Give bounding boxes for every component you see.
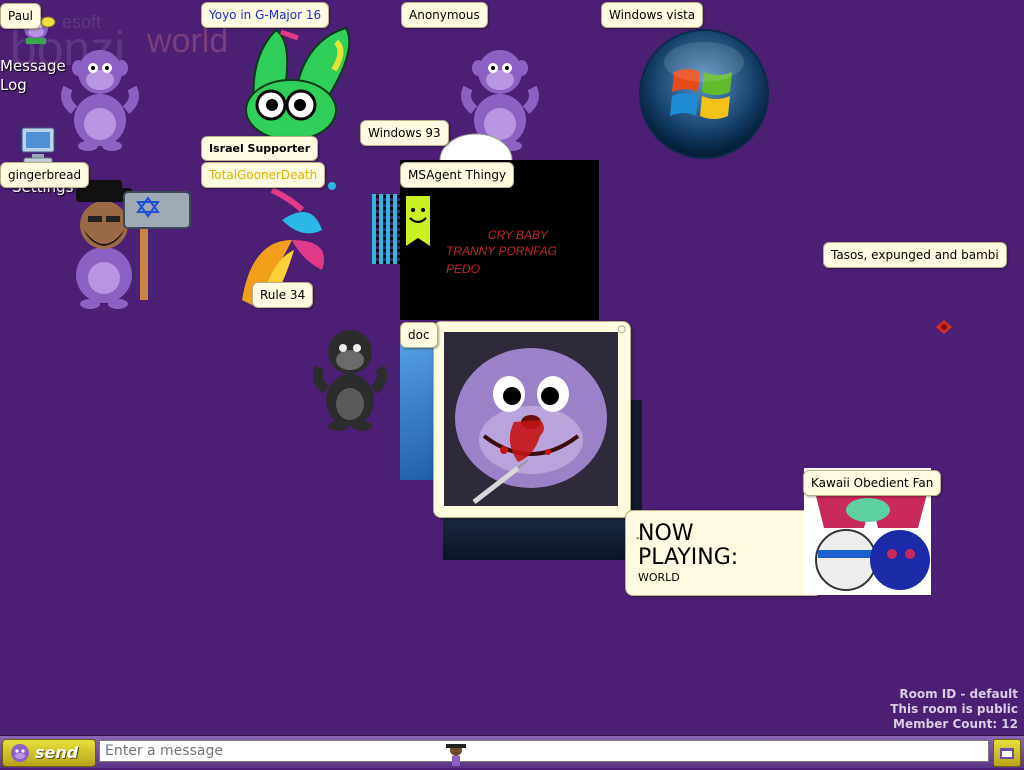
nametag-rule-34[interactable]: Rule 34 (252, 282, 314, 308)
bloody-bonzi-card[interactable]: ○ (433, 321, 631, 518)
send-label: send (35, 743, 79, 762)
close-icon[interactable]: ○ (617, 324, 626, 335)
nametag-israel-supporter[interactable]: Israel Supporter (201, 136, 319, 161)
now-playing-box: - NOW PLAYING: WORLD (625, 510, 823, 596)
nametag-windows-93[interactable]: Windows 93 (360, 120, 449, 146)
now-playing-song: WORLD (638, 571, 680, 584)
nametag-kawaii[interactable]: Kawaii Obedient Fan (803, 470, 942, 496)
overlay-text-line3: PEDO (446, 262, 481, 276)
nametag-paul[interactable]: Paul (0, 3, 41, 29)
room-id: Room ID - default (899, 687, 1018, 701)
green-rabbit-character[interactable] (236, 20, 366, 150)
now-playing-title: NOW PLAYING: (638, 521, 739, 570)
bonzi-avatar-dark[interactable] (312, 320, 388, 432)
bonzi-avatar-paul[interactable] (58, 40, 142, 152)
windows-vista-orb-icon (638, 28, 770, 160)
nametag-gingerbread[interactable]: gingerbread (0, 162, 90, 188)
dark-video-strip (443, 512, 628, 560)
bonzi-send-icon (9, 742, 31, 764)
red-sprite-icon[interactable] (934, 318, 954, 336)
folder-icon (999, 745, 1015, 761)
message-input[interactable] (99, 740, 989, 762)
bloody-bonzi-image (444, 332, 618, 506)
room-public-status: This room is public (890, 702, 1018, 716)
send-button[interactable]: send (2, 739, 96, 767)
smiley-flag-icon (404, 194, 432, 250)
room-member-count: Member Count: 12 (893, 717, 1018, 731)
nametag-yoyo[interactable]: Yoyo in G-Major 16 (201, 2, 330, 28)
emoji-button[interactable] (993, 739, 1021, 767)
nametag-msagent-thingy[interactable]: MSAgent Thingy (400, 162, 515, 188)
nametag-windows-vista[interactable]: Windows vista (601, 2, 704, 28)
nametag-totalgoonerdeath[interactable]: TotalGoonerDeath (201, 162, 326, 188)
nametag-tasos[interactable]: Tasos, expunged and bambi (823, 242, 1007, 268)
logo-brand: esoft (62, 12, 102, 32)
overlay-text-line2: TRANNY PORNFAG (446, 244, 557, 258)
overlay-text-line1: CRY BABY (488, 228, 549, 242)
chat-bar: send (0, 735, 1024, 768)
bonzi-avatar-gingerbread[interactable] (58, 180, 198, 310)
room-info: Room ID - default This room is public Me… (890, 687, 1018, 732)
nametag-doc[interactable]: doc (400, 322, 438, 348)
input-sprite-icon (442, 740, 470, 766)
nametag-anonymous[interactable]: Anonymous (401, 2, 488, 28)
pixel-strip-icon (372, 194, 400, 264)
